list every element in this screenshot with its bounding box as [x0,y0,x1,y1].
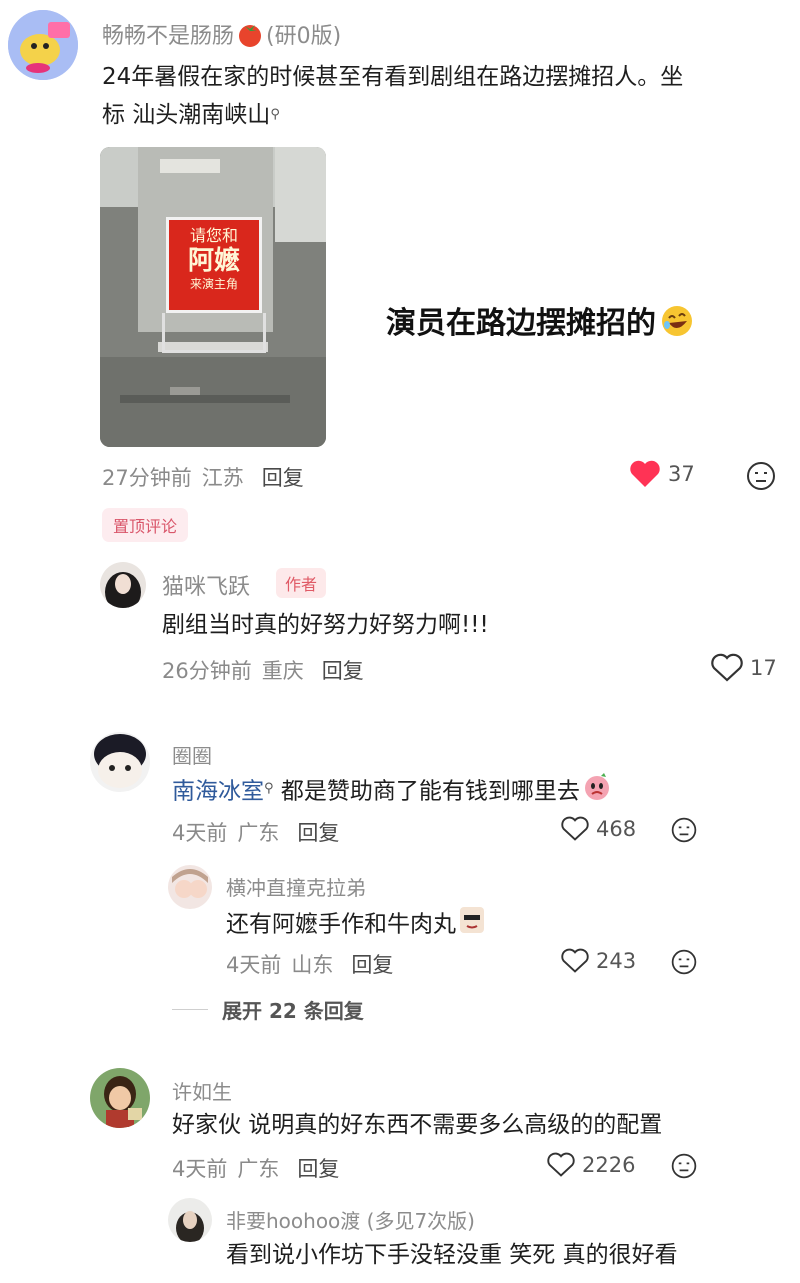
username[interactable]: 横冲直撞克拉弟 [226,872,366,901]
heart-outline-icon [711,653,743,682]
meh-face-icon [671,949,697,975]
like-button[interactable]: 243 [560,948,636,974]
mention-link[interactable]: 南海冰室 [172,779,264,805]
comment-meta: 27分钟前 江苏 回复 [102,466,304,490]
recruit-sign: 请您和 阿嬷 来演主角 [166,217,262,313]
avatar[interactable] [90,732,150,792]
avatar-image [90,1068,150,1128]
comment-text: 南海冰室⚲ 都是赞助商了能有钱到哪里去 [172,772,612,812]
photo-caption: 演员在路边摆摊招的 [386,298,694,346]
dislike-button[interactable] [745,460,777,496]
username[interactable]: 非要hoohoo渡 (多见7次版) [226,1205,475,1234]
avatar[interactable] [90,1068,150,1128]
avatar[interactable] [8,10,78,80]
comment-meta: 4天前 山东 回复 [226,953,394,977]
avatar[interactable] [168,1198,212,1242]
dislike-button[interactable] [670,816,698,848]
comment-text: 剧组当时真的好努力好努力啊!!! [162,612,489,638]
comment-text: 标 汕头潮南峡山⚲ [102,102,280,128]
heart-filled-icon [630,460,660,487]
like-button[interactable]: 37 [628,459,695,489]
username[interactable]: 圈圈 [172,740,212,769]
comment-text: 好家伙 说明真的好东西不需要多么高级的的配置 [172,1112,663,1138]
username[interactable]: 猫咪飞跃 [162,569,250,601]
comment-text: 看到说小作坊下手没轻没重 笑死 真的很好看 [226,1242,678,1268]
avatar-image [90,732,150,792]
comment-meta: 4天前 广东 回复 [172,821,340,845]
heart-outline-icon [547,1152,575,1177]
comment-photo[interactable]: 请您和 阿嬷 来演主角 [100,147,326,447]
username[interactable]: 许如生 [172,1076,232,1105]
heart-outline-icon [561,816,589,841]
tomato-emoji-icon [236,21,264,53]
avatar-image [168,865,212,909]
avatar[interactable] [168,865,212,909]
dislike-button[interactable] [670,1152,698,1184]
search-icon[interactable]: ⚲ [264,781,274,796]
like-button[interactable]: 468 [560,816,636,842]
search-icon[interactable]: ⚲ [270,107,280,122]
avatar[interactable] [100,562,146,608]
reply-button[interactable]: 回复 [297,821,339,845]
rofl-emoji-icon [660,304,694,346]
meh-face-icon [671,1153,697,1179]
reply-button[interactable]: 回复 [322,659,364,683]
avatar-image [100,562,146,608]
username[interactable]: 畅畅不是肠肠 (研0版) [102,18,341,53]
sign-stand [162,313,266,353]
dislike-button[interactable] [670,948,698,980]
divider [172,1009,208,1010]
comment-meta: 26分钟前 重庆 回复 [162,659,364,683]
sunglasses-sticker-icon [458,905,486,945]
meh-face-icon [747,462,775,490]
like-button[interactable]: 2226 [546,1152,635,1178]
reply-button[interactable]: 回复 [297,1157,339,1181]
meh-face-icon [671,817,697,843]
pinned-badge: 置顶评论 [102,508,189,542]
like-button[interactable]: 17 [710,653,777,683]
heart-outline-icon [561,948,589,973]
comment-text: 24年暑假在家的时候甚至有看到剧组在路边摆摊招人。坐 [102,64,684,90]
reply-button[interactable]: 回复 [351,953,393,977]
crying-emoji-icon [582,772,612,812]
avatar-image [8,10,78,80]
comment-meta: 4天前 广东 回复 [172,1157,340,1181]
comment-text: 还有阿嬷手作和牛肉丸 [226,905,486,945]
author-badge: 作者 [276,568,327,598]
reply-button[interactable]: 回复 [262,466,304,490]
avatar-image [168,1198,212,1242]
expand-replies[interactable]: 展开 22 条回复 [172,995,364,1024]
